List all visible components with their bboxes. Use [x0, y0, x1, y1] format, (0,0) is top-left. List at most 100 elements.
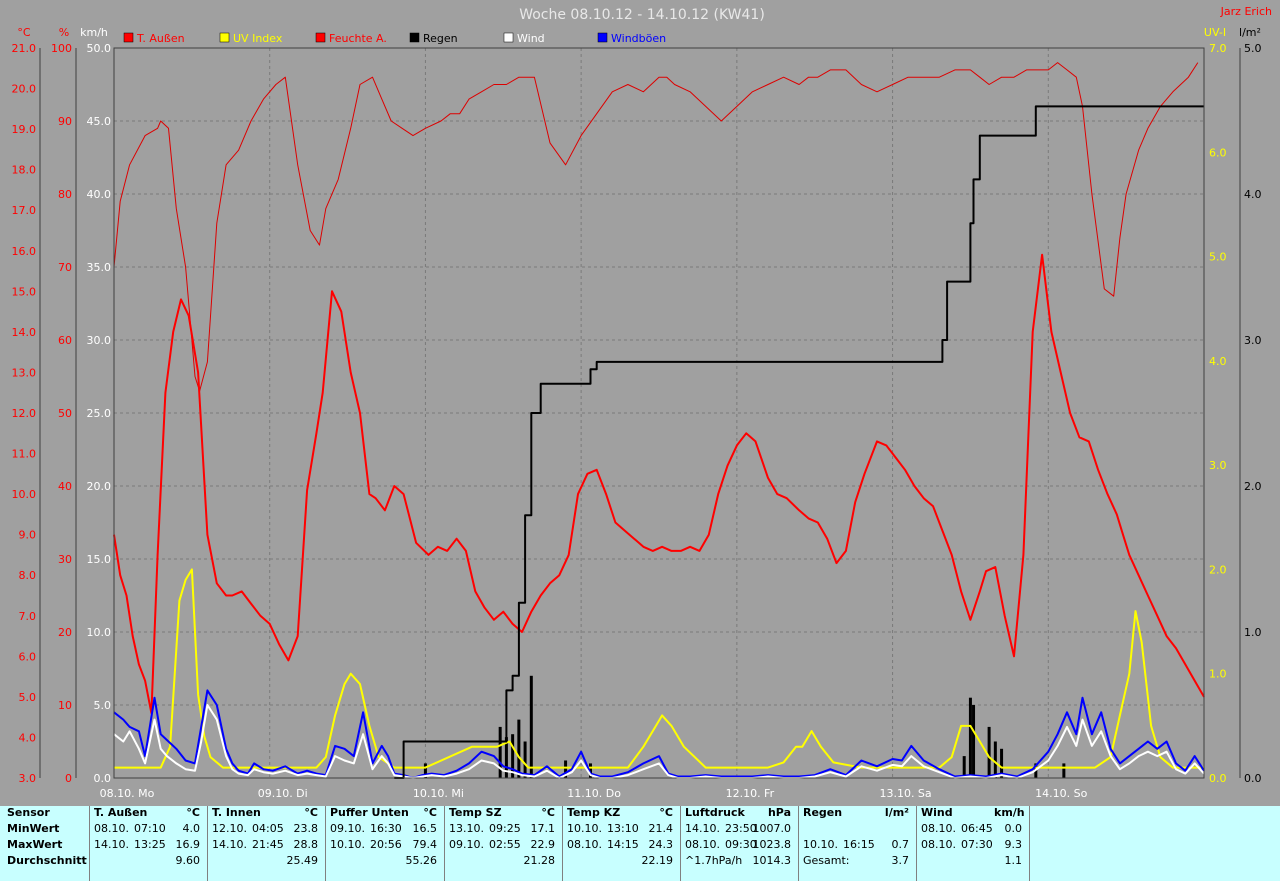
legend-label: Windböen	[611, 32, 666, 45]
stats-max-date: 10.10.	[330, 838, 365, 851]
stats-avg-value: 55.26	[405, 854, 438, 867]
stats-unit: hPa	[767, 806, 791, 819]
tick-wind: 5.0	[94, 699, 112, 712]
legend-swatch	[409, 32, 420, 43]
tick-rain: 3.0	[1244, 334, 1262, 347]
stats-min-date: 10.10.	[567, 822, 602, 835]
x-tick-label: 14.10. So	[1035, 787, 1087, 800]
stats-unit: °C	[423, 806, 437, 819]
stats-min-value: 23.8	[293, 822, 319, 835]
tick-rain: 1.0	[1244, 626, 1262, 639]
tick-uv: 6.0	[1209, 146, 1227, 159]
stats-sensor-name: Wind	[921, 806, 953, 819]
x-tick-label: 09.10. Di	[258, 787, 308, 800]
stats-min-date: 14.10.	[685, 822, 720, 835]
tick-temp: 21.0	[12, 42, 37, 55]
legend-swatch	[597, 32, 608, 43]
stats-max-value: 1023.8	[752, 838, 792, 851]
tick-uv: 4.0	[1209, 355, 1227, 368]
author-label: Jarz Erich	[1220, 5, 1272, 18]
stats-max-date: 10.10.	[803, 838, 838, 851]
stats-unit: °C	[186, 806, 200, 819]
x-tick-label: 13.10. Sa	[879, 787, 931, 800]
stats-column: Regen l/m² 10.10. 16:15 0.7 Gesamt: 3.7	[799, 806, 917, 881]
tick-rain: 2.0	[1244, 480, 1262, 493]
tick-rain: 4.0	[1244, 188, 1262, 201]
stats-min-value: 21.4	[648, 822, 674, 835]
rain-bar	[529, 675, 533, 778]
tick-hum: 100	[51, 42, 72, 55]
rain-bar	[517, 719, 521, 778]
stats-sensor-name: T. Außen	[94, 806, 148, 819]
tick-hum: 80	[58, 188, 72, 201]
tick-hum: 30	[58, 553, 72, 566]
tick-wind: 15.0	[87, 553, 112, 566]
rain-bar	[987, 726, 991, 778]
stats-max-value: 28.8	[293, 838, 319, 851]
unit-rain: l/m²	[1239, 26, 1261, 39]
unit-temp: °C	[17, 26, 31, 39]
tick-wind: 30.0	[87, 334, 112, 347]
tick-temp: 17.0	[12, 204, 37, 217]
tick-wind: 20.0	[87, 480, 112, 493]
tick-temp: 4.0	[19, 731, 37, 744]
stats-column: Luftdruck hPa 14.10. 23:50 1007.0 08.10. 09:30…	[681, 806, 799, 881]
stats-min-date: 13.10.	[449, 822, 484, 835]
stats-unit: °C	[304, 806, 318, 819]
tick-temp: 3.0	[19, 772, 37, 785]
tick-wind: 0.0	[94, 772, 112, 785]
legend-swatch	[503, 32, 514, 43]
stats-min-value: 17.1	[530, 822, 556, 835]
tick-hum: 90	[58, 115, 72, 128]
tick-hum: 20	[58, 626, 72, 639]
stats-max-date: 09.10.	[449, 838, 484, 851]
stats-avg-value: 1.1	[1004, 854, 1023, 867]
tick-uv: 3.0	[1209, 459, 1227, 472]
stats-min-value: 16.5	[412, 822, 438, 835]
stats-min-value: 0.0	[1004, 822, 1023, 835]
legend-swatch	[219, 32, 230, 43]
tick-uv: 7.0	[1209, 42, 1227, 55]
tick-wind: 50.0	[87, 42, 112, 55]
stats-column: T. Innen °C 12.10. 04:05 23.8 14.10. 21:45 28.8…	[208, 806, 326, 881]
stats-sensor-name: Luftdruck	[685, 806, 745, 819]
legend-swatch	[315, 32, 326, 43]
stats-row-label: Sensor	[7, 806, 50, 819]
stats-row-label: MaxWert	[7, 838, 63, 851]
stats-avg-value: 22.19	[641, 854, 674, 867]
stats-sensor-name: Regen	[803, 806, 843, 819]
tick-uv: 5.0	[1209, 251, 1227, 264]
stats-max-date: 14.10.	[94, 838, 129, 851]
tick-temp: 15.0	[12, 285, 37, 298]
stats-row-label: Durchschnitt	[7, 854, 87, 867]
stats-max-date: 08.10.	[685, 838, 720, 851]
tick-temp: 20.0	[12, 83, 37, 96]
tick-hum: 10	[58, 699, 72, 712]
legend-label: UV Index	[233, 32, 283, 45]
stats-panel: Sensor MinWert MaxWert Durchschnitt T. Außen…	[0, 806, 1280, 881]
stats-column: Puffer Unten °C 09.10. 16:30 16.5 10.10. 20:56…	[326, 806, 445, 881]
tick-temp: 8.0	[19, 569, 37, 582]
stats-unit: l/m²	[884, 806, 909, 819]
stats-unit: km/h	[994, 806, 1025, 819]
stats-avg-value: 3.7	[891, 854, 910, 867]
tick-wind: 35.0	[87, 261, 112, 274]
legend-label: Wind	[517, 32, 545, 45]
stats-column: T. Außen °C 08.10. 07:10 4.0 14.10. 13:25 16.9 9…	[90, 806, 208, 881]
unit-uv: UV-I	[1204, 26, 1226, 39]
stats-max-value: 0.7	[891, 838, 910, 851]
stats-unit: °C	[541, 806, 555, 819]
tick-hum: 40	[58, 480, 72, 493]
tick-temp: 13.0	[12, 366, 37, 379]
tick-temp: 9.0	[19, 529, 37, 542]
stats-row-label: MinWert	[7, 822, 60, 835]
tick-hum: 0	[65, 772, 72, 785]
stats-min-date: 08.10.	[921, 822, 956, 835]
tick-temp: 7.0	[19, 610, 37, 623]
tick-uv: 1.0	[1209, 668, 1227, 681]
tick-temp: 16.0	[12, 245, 37, 258]
stats-max-value: 22.9	[530, 838, 556, 851]
tick-hum: 50	[58, 407, 72, 420]
legend-swatch	[123, 32, 134, 43]
tick-uv: 2.0	[1209, 563, 1227, 576]
